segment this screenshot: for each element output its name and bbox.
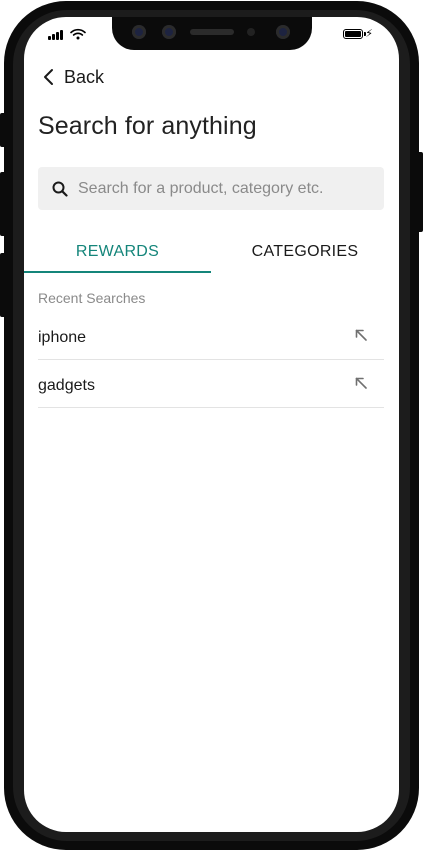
active-tab-indicator [24,271,211,273]
recent-search-item[interactable]: iphone [38,312,384,360]
page-title: Search for anything [38,112,257,140]
search-bar[interactable] [38,167,384,210]
mute-switch [0,113,6,147]
tab-categories[interactable]: CATEGORIES [211,232,399,272]
back-label: Back [64,66,105,87]
power-button [417,152,423,232]
arrow-up-left-icon[interactable] [354,328,368,342]
recent-searches-list: iphone gadgets [38,312,384,408]
chevron-left-icon [44,69,53,85]
tab-bar: REWARDS CATEGORIES [24,232,399,274]
volume-down-button [0,253,6,317]
back-button[interactable]: Back [42,66,104,88]
recent-search-label: gadgets [38,377,95,394]
search-input[interactable] [78,179,368,198]
search-icon [52,181,68,197]
recent-search-item[interactable]: gadgets [38,360,384,408]
recent-searches-heading: Recent Searches [38,290,146,306]
status-bar: ⚡ [48,28,373,42]
cellular-signal-icon [48,28,68,40]
charging-bolt-icon: ⚡ [365,28,373,40]
recent-search-label: iphone [38,329,87,346]
wifi-icon [70,28,86,40]
arrow-up-left-icon[interactable] [354,376,368,390]
tab-rewards[interactable]: REWARDS [24,232,211,272]
battery-icon [343,29,366,39]
volume-up-button [0,172,6,236]
